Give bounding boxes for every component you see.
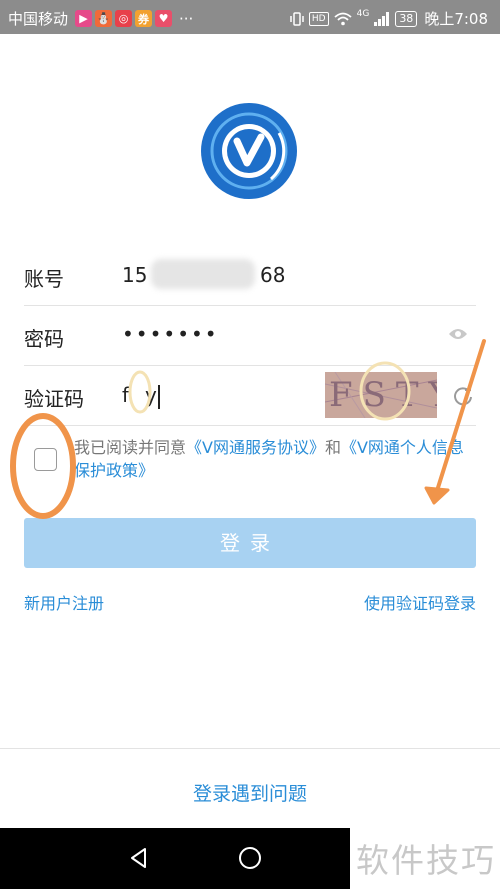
account-row: 账号 15 68 (24, 245, 476, 306)
captcha-image[interactable]: FSTY (325, 372, 437, 418)
more-notifications-icon: ··· (179, 9, 194, 28)
code-login-link[interactable]: 使用验证码登录 (364, 590, 476, 614)
status-bar: 中国移动 ▶ ⛄ ◎ 券 ♥ ··· HD 4G 38 晚上7:08 (0, 0, 500, 34)
account-value-end: 68 (260, 263, 286, 287)
captcha-value-start: f (122, 383, 130, 407)
password-input[interactable]: ••••••• (122, 322, 219, 346)
account-value-start: 15 (122, 263, 148, 287)
clock: 晚上7:08 (424, 10, 488, 28)
hd-voice-icon: HD (308, 11, 329, 26)
register-link[interactable]: 新用户注册 (24, 590, 104, 614)
app-logo (201, 103, 297, 199)
shop-app-icon: 券 (135, 10, 153, 27)
account-input[interactable]: 15 (122, 263, 147, 287)
captcha-value-end: y (145, 383, 157, 407)
agreement-and: 和 (324, 438, 341, 457)
password-row: 密码 ••••••• (24, 305, 476, 366)
account-label: 账号 (24, 267, 64, 291)
text-cursor (157, 384, 160, 409)
show-password-eye-icon[interactable] (448, 327, 468, 341)
captcha-input[interactable]: fy (122, 383, 160, 409)
carrier-name: 中国移动 (8, 10, 69, 28)
service-agreement-link[interactable]: 《V网通服务协议》 (186, 438, 325, 457)
network-type: 4G (356, 8, 370, 19)
redacted-account (151, 259, 255, 289)
login-problem-link[interactable]: 登录遇到问题 (0, 779, 500, 806)
music-app-icon: ◎ (115, 10, 133, 27)
health-app-icon: ♥ (155, 10, 173, 27)
battery-icon: 38 (395, 10, 418, 27)
v-logo-icon (203, 105, 295, 197)
agreement-section: 我已阅读并同意《V网通服务协议》和《V网通个人信息保护政策》 (24, 436, 476, 488)
captcha-label: 验证码 (24, 387, 84, 411)
signal-icon (374, 11, 390, 26)
divider (0, 748, 500, 749)
home-icon[interactable] (238, 846, 262, 870)
navigation-bar (0, 828, 350, 889)
video-app-icon: ▶ (75, 10, 93, 27)
back-icon[interactable] (127, 846, 151, 870)
watermark-text: 软件技巧 (356, 841, 496, 880)
game-app-icon: ⛄ (95, 10, 113, 27)
status-right: HD 4G 38 晚上7:08 (290, 8, 488, 29)
arrow-head-icon (424, 486, 450, 505)
agreement-text: 我已阅读并同意《V网通服务协议》和《V网通个人信息保护政策》 (74, 436, 474, 482)
captcha-image-text: FSTY (329, 375, 437, 415)
login-button[interactable]: 登录 (24, 518, 476, 568)
wifi-icon (334, 12, 352, 25)
password-label: 密码 (24, 327, 64, 351)
agreement-checkbox[interactable] (34, 448, 57, 471)
refresh-captcha-icon[interactable] (452, 385, 474, 407)
captcha-row: 验证码 fy FSTY (24, 365, 476, 426)
vibrate-icon (290, 11, 304, 26)
agreement-prefix: 我已阅读并同意 (74, 438, 187, 457)
status-left: 中国移动 ▶ ⛄ ◎ 券 ♥ ··· (8, 8, 193, 29)
